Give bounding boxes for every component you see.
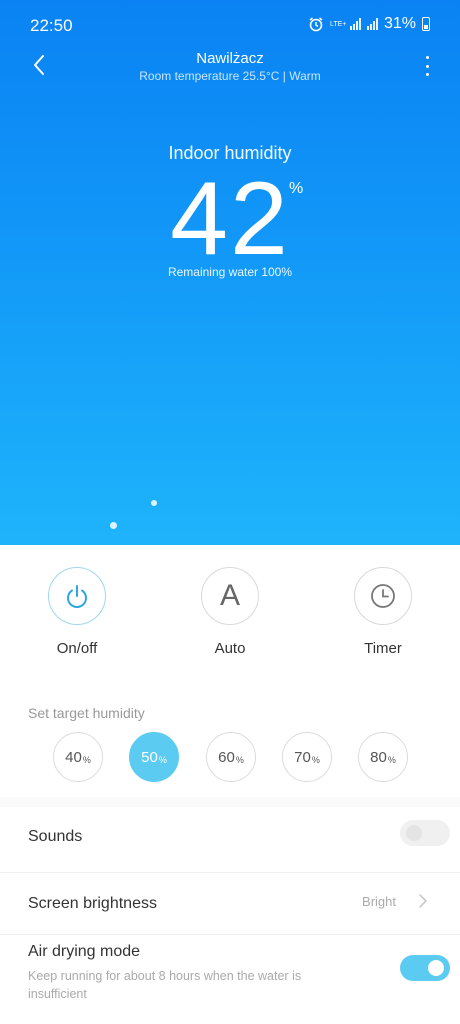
status-icons: LTE+ 31%: [308, 15, 430, 33]
signal-icon: [349, 18, 361, 30]
humidifier-hero: 22:50 LTE+ 31% Nawilżacz Room temperatur…: [0, 0, 460, 545]
section-divider: [0, 797, 460, 807]
decorative-bubble: [110, 522, 117, 529]
humidity-option-value: 70: [294, 748, 311, 766]
decorative-bubble: [151, 500, 157, 506]
remaining-water: Remaining water 100%: [167, 265, 293, 279]
humidity-unit: %: [289, 180, 304, 197]
sounds-row: Sounds: [0, 807, 460, 873]
humidity-option-50[interactable]: 50%: [129, 732, 179, 782]
air-drying-row: Air drying mode Keep running for about 8…: [0, 935, 460, 1024]
battery-icon: [422, 17, 430, 31]
humidity-option-unit: %: [235, 754, 244, 765]
status-time: 22:50: [30, 16, 73, 35]
timer-label: Timer: [364, 640, 402, 657]
air-drying-title: Air drying mode: [28, 943, 141, 960]
timer-control[interactable]: Timer: [323, 567, 443, 657]
target-humidity-label: Set target humidity: [28, 705, 145, 721]
humidity-option-unit: %: [158, 754, 167, 765]
humidity-option-value: 40: [65, 748, 82, 766]
battery-percent: 31%: [383, 15, 416, 32]
humidity-value: 42: [170, 161, 290, 277]
control-panel: On/off A Auto Timer Set target humidity …: [0, 545, 460, 1024]
more-menu-button[interactable]: [422, 56, 432, 76]
air-drying-toggle[interactable]: [400, 955, 450, 981]
network-type: LTE+: [329, 20, 347, 28]
auto-control[interactable]: A Auto: [170, 567, 290, 657]
air-drying-description: Keep running for about 8 hours when the …: [28, 969, 302, 1001]
auto-label: Auto: [214, 640, 246, 657]
humidity-option-60[interactable]: 60%: [206, 732, 256, 782]
humidity-option-unit: %: [82, 754, 91, 765]
humidity-option-value: 50: [141, 748, 158, 766]
toggle-knob: [406, 825, 422, 841]
humidity-option-unit: %: [387, 754, 396, 765]
auto-button[interactable]: A: [201, 567, 259, 625]
humidity-option-80[interactable]: 80%: [358, 732, 408, 782]
timer-button[interactable]: [354, 567, 412, 625]
on-off-control[interactable]: On/off: [17, 567, 137, 657]
alarm-icon: [308, 16, 324, 32]
screen-brightness-value: Bright: [362, 894, 396, 909]
on-off-button[interactable]: [48, 567, 106, 625]
screen-brightness-title: Screen brightness: [28, 895, 157, 912]
status-bar: 22:50 LTE+ 31%: [0, 0, 460, 52]
humidity-option-value: 80: [370, 748, 387, 766]
power-icon: [67, 585, 87, 608]
auto-icon: A: [219, 579, 240, 612]
humidity-option-value: 60: [218, 748, 235, 766]
humidity-option-unit: %: [311, 754, 320, 765]
humidity-option-70[interactable]: 70%: [282, 732, 332, 782]
screen-brightness-row[interactable]: Screen brightness Bright: [0, 873, 460, 935]
sounds-title: Sounds: [28, 828, 83, 845]
clock-icon: [371, 584, 395, 608]
toggle-knob: [428, 960, 444, 976]
chevron-right-icon: [419, 894, 427, 908]
device-title: Nawilżacz: [196, 50, 264, 67]
signal-icon-2: [366, 18, 378, 30]
on-off-label: On/off: [56, 640, 98, 657]
device-subtitle: Room temperature 25.5°C | Warm: [139, 69, 321, 83]
sounds-toggle[interactable]: [400, 820, 450, 846]
humidity-option-40[interactable]: 40%: [53, 732, 103, 782]
